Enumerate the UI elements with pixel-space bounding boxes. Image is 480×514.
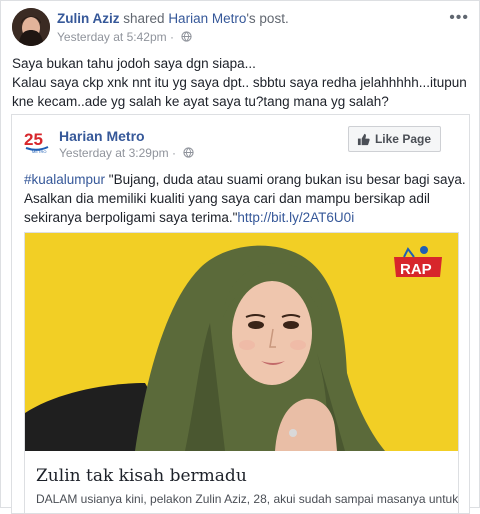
shared-post: Zulin Aziz shared Harian Metro's post. Y…	[0, 0, 480, 514]
source-page-link[interactable]: Harian Metro	[168, 11, 246, 26]
article-description: DALAM usianya kini, pelakon Zulin Aziz, …	[36, 492, 459, 506]
post-timestamp[interactable]: Yesterday at 5:42pm	[57, 30, 167, 44]
like-page-label: Like Page	[374, 132, 431, 146]
harian-metro-logo[interactable]: 25 METRO	[23, 126, 51, 154]
shared-label: shared	[123, 11, 165, 26]
meta-separator: ·	[171, 146, 176, 160]
article-photo[interactable]: RAP	[25, 233, 458, 451]
shared-text-part: "Bujang, duda atau suami orang bukan isu…	[105, 172, 466, 187]
author-avatar[interactable]	[12, 8, 50, 46]
shared-timestamp[interactable]: Yesterday at 3:29pm	[59, 146, 169, 160]
avatar-image	[12, 8, 50, 46]
author-name[interactable]: Zulin Aziz	[57, 11, 120, 26]
shared-meta: Yesterday at 3:29pm ·	[59, 146, 194, 161]
post-text-line: Kalau saya ckp xnk nnt itu yg saya dpt..…	[12, 75, 467, 90]
thumbs-up-icon	[357, 133, 370, 145]
post-text: Saya bukan tahu jodoh saya dgn siapa... …	[12, 54, 472, 111]
like-page-button[interactable]: Like Page	[347, 126, 441, 152]
shared-text-line: Asalkan dia memiliki kualiti yang saya c…	[24, 191, 430, 206]
logo-number: 25	[24, 130, 43, 149]
shared-url-link[interactable]: http://bit.ly/2AT6U0i	[237, 210, 354, 225]
shared-text-part: sekiranya berpoligami saya terima."	[24, 210, 238, 225]
globe-icon	[183, 147, 194, 161]
post-meta: Yesterday at 5:42pm ·	[57, 30, 192, 45]
meta-separator: ·	[169, 30, 174, 44]
post-text-line: kne kecam..ade yg salah ke ayat saya tu?…	[12, 94, 389, 109]
shared-card: 25 METRO Harian Metro Yesterday at 3:29p…	[11, 114, 470, 514]
link-preview[interactable]: RAP Zulin tak kisah bermadu DALAM usiany…	[24, 232, 459, 513]
globe-icon	[181, 31, 192, 45]
post-header: Zulin Aziz shared Harian Metro's post.	[57, 11, 289, 26]
shared-page-name[interactable]: Harian Metro	[59, 128, 145, 144]
hashtag-link[interactable]: #kualalumpur	[24, 172, 105, 187]
logo-subtext: METRO	[32, 149, 46, 154]
source-suffix: 's post.	[246, 11, 289, 26]
article-title[interactable]: Zulin tak kisah bermadu	[36, 466, 247, 486]
rap-badge-text: RAP	[400, 261, 432, 278]
shared-text: #kualalumpur "Bujang, duda atau suami or…	[24, 170, 466, 227]
rap-badge-logo: RAP	[390, 243, 446, 283]
post-text-line: Saya bukan tahu jodoh saya dgn siapa...	[12, 56, 256, 71]
more-options-icon[interactable]: •••	[449, 9, 469, 27]
